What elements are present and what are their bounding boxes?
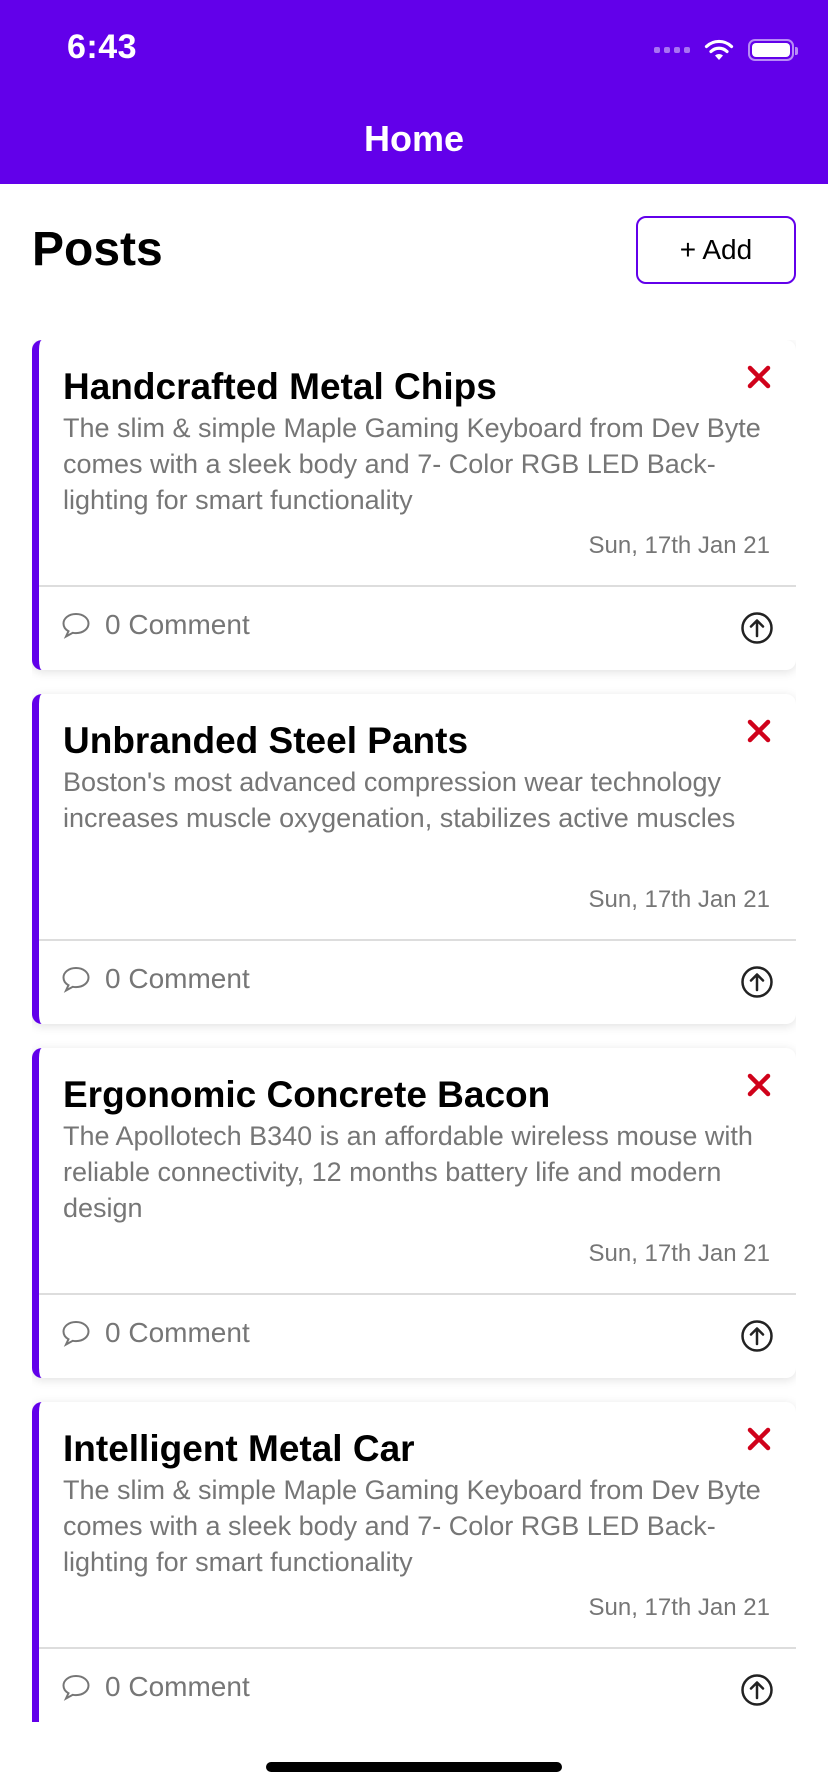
comments-button[interactable]: 0 Comment [61, 609, 250, 641]
share-button[interactable] [740, 611, 774, 645]
delete-post-button[interactable] [742, 1422, 776, 1456]
battery-level [752, 43, 790, 57]
share-button[interactable] [740, 965, 774, 999]
post-title: Ergonomic Concrete Bacon [63, 1074, 551, 1115]
close-icon [747, 719, 771, 743]
close-icon [747, 1073, 771, 1097]
post-list[interactable]: Handcrafted Metal Chips The slim & simpl… [32, 340, 796, 1722]
post-body: The slim & simple Maple Gaming Keyboard … [63, 1475, 761, 1577]
post-card[interactable]: Intelligent Metal Car The slim & simple … [32, 1402, 796, 1722]
share-button[interactable] [740, 1319, 774, 1353]
comment-count: 0 Comment [105, 1317, 250, 1348]
post-footer: 0 Comment [39, 587, 796, 670]
arrow-up-circle-icon [741, 1674, 773, 1706]
comment-count: 0 Comment [105, 1671, 250, 1702]
post-date: Sun, 17th Jan 21 [588, 886, 770, 913]
speech-bubble-icon [62, 612, 90, 639]
close-icon [747, 1427, 771, 1451]
post-date: Sun, 17th Jan 21 [588, 1240, 770, 1267]
post-card[interactable]: Ergonomic Concrete Bacon The Apollotech … [32, 1048, 796, 1378]
delete-post-button[interactable] [742, 714, 776, 748]
comment-count: 0 Comment [105, 963, 250, 994]
app-screen: 6:43 Home Posts + Add Handcrafted Metal … [0, 0, 828, 1792]
delete-post-button[interactable] [742, 360, 776, 394]
comment-count: 0 Comment [105, 609, 250, 640]
post-footer: 0 Comment [39, 1649, 796, 1722]
comments-button[interactable]: 0 Comment [61, 1317, 250, 1349]
header: 6:43 Home [0, 0, 828, 184]
page-title: Posts [32, 223, 163, 276]
arrow-up-circle-icon [741, 612, 773, 644]
comments-button[interactable]: 0 Comment [61, 963, 250, 995]
post-date: Sun, 17th Jan 21 [588, 532, 770, 559]
wifi-icon [704, 39, 734, 60]
post-body: The Apollotech B340 is an affordable wir… [63, 1121, 753, 1223]
cellular-signal-icon [654, 47, 690, 53]
speech-bubble-icon [62, 966, 90, 993]
post-card[interactable]: Unbranded Steel Pants Boston's most adva… [32, 694, 796, 1024]
delete-post-button[interactable] [742, 1068, 776, 1102]
arrow-up-circle-icon [741, 966, 773, 998]
post-footer: 0 Comment [39, 1295, 796, 1378]
post-body: Boston's most advanced compression wear … [63, 767, 736, 833]
post-card[interactable]: Handcrafted Metal Chips The slim & simpl… [32, 340, 796, 670]
navigation-title: Home [363, 118, 465, 159]
post-title: Intelligent Metal Car [63, 1428, 415, 1469]
comments-button[interactable]: 0 Comment [61, 1671, 250, 1703]
status-bar-time: 6:43 [67, 28, 138, 66]
post-body: The slim & simple Maple Gaming Keyboard … [63, 413, 761, 515]
arrow-up-circle-icon [741, 1320, 773, 1352]
post-title: Handcrafted Metal Chips [63, 366, 497, 407]
speech-bubble-icon [62, 1674, 90, 1701]
add-post-button[interactable]: + Add [636, 216, 796, 284]
speech-bubble-icon [62, 1320, 90, 1347]
post-footer: 0 Comment [39, 941, 796, 1024]
battery-icon [748, 39, 798, 61]
close-icon [747, 365, 771, 389]
status-bar-icons [654, 38, 798, 62]
post-date: Sun, 17th Jan 21 [588, 1594, 770, 1621]
home-indicator[interactable] [266, 1762, 562, 1772]
share-button[interactable] [740, 1673, 774, 1707]
post-title: Unbranded Steel Pants [63, 720, 469, 761]
